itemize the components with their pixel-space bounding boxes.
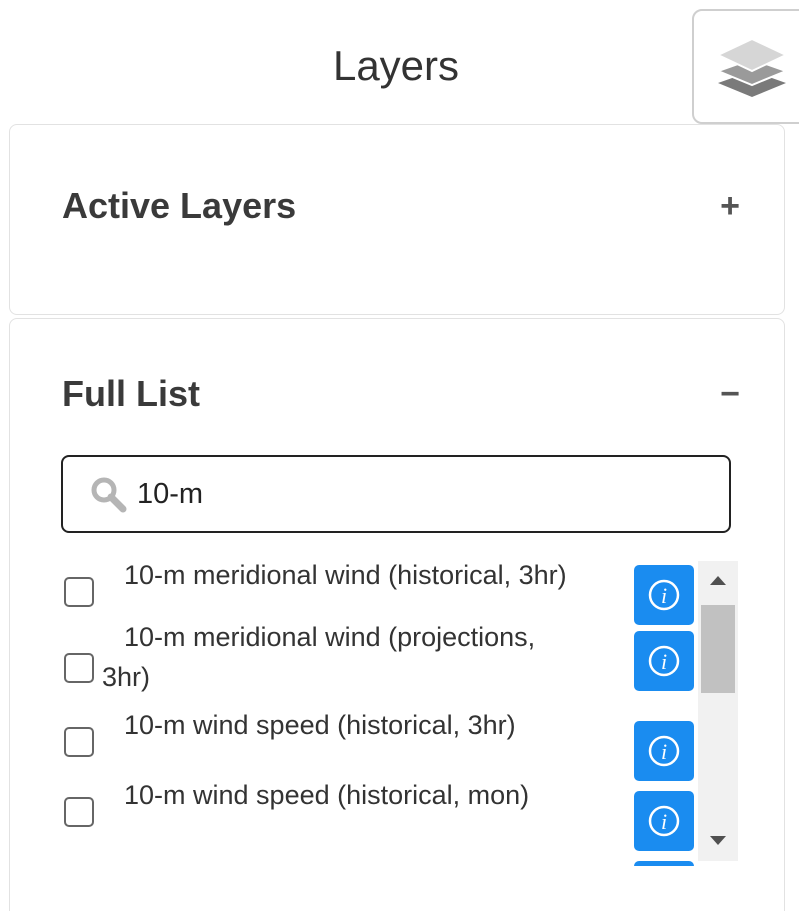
panel-title: Layers (332, 42, 460, 89)
info-circle-icon: i (648, 579, 680, 611)
active-layers-header[interactable]: Active Layers + (62, 181, 740, 231)
info-button[interactable]: i (634, 721, 694, 781)
layer-list: 10-m meridional wind (historical, 3hr) i… (50, 561, 740, 866)
list-item[interactable]: 10-m meridional wind (projections, 3hr) (50, 622, 630, 713)
svg-text:i: i (661, 583, 667, 608)
layer-search-box[interactable] (61, 455, 731, 533)
list-item[interactable]: 10-m wind speed (historical, 3hr) (50, 710, 630, 771)
layer-checkbox[interactable] (64, 797, 94, 827)
svg-text:i: i (661, 809, 667, 834)
info-button[interactable] (634, 861, 694, 866)
layer-label: 10-m wind speed (historical, mon) (124, 780, 530, 810)
svg-text:i: i (661, 739, 667, 764)
expand-icon[interactable]: + (720, 187, 740, 226)
layer-search-input[interactable] (135, 476, 699, 512)
layer-label: 10-m meridional wind (historical, 3hr) (124, 561, 567, 590)
full-list-section: Full List − 10-m meridional wind (histor… (9, 318, 785, 911)
scroll-thumb[interactable] (701, 605, 735, 693)
layers-toggle-button[interactable] (692, 9, 799, 124)
scroll-down-arrow-icon[interactable] (698, 821, 738, 861)
layer-checkbox[interactable] (64, 653, 94, 683)
info-circle-icon: i (648, 645, 680, 677)
magnifier-icon (91, 477, 127, 513)
layer-label-line1: 10-m meridional wind (projections, (124, 622, 536, 652)
full-list-title: Full List (62, 373, 200, 414)
layer-label: 10-m wind speed (historical, 3hr) (124, 710, 516, 740)
list-scrollbar[interactable] (698, 561, 738, 861)
info-button[interactable]: i (634, 791, 694, 851)
svg-text:i: i (661, 649, 667, 674)
list-item[interactable]: 10-m meridional wind (historical, 3hr) (50, 561, 630, 621)
layer-label-line2: 3hr) (102, 662, 151, 692)
collapse-icon[interactable]: − (720, 375, 740, 414)
active-layers-title: Active Layers (62, 185, 297, 226)
list-item[interactable]: 10-m wind speed (historical, mon) (50, 780, 630, 841)
layers-stack-icon (716, 37, 788, 97)
info-button[interactable]: i (634, 631, 694, 691)
info-circle-icon: i (648, 735, 680, 767)
scroll-up-arrow-icon[interactable] (698, 561, 738, 601)
layer-checkbox[interactable] (64, 577, 94, 607)
full-list-header[interactable]: Full List − (62, 369, 740, 419)
active-layers-section: Active Layers + (9, 124, 785, 315)
layers-panel: Layers Active Layers + Full List − 10-m … (0, 0, 799, 911)
info-circle-icon: i (648, 805, 680, 837)
layer-checkbox[interactable] (64, 727, 94, 757)
info-button[interactable]: i (634, 565, 694, 625)
